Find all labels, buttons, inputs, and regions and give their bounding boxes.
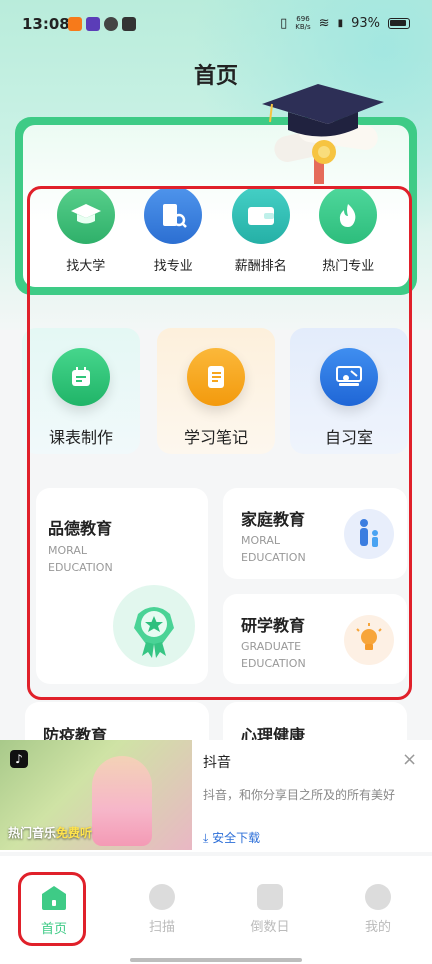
- vibrate-icon: ▯: [280, 15, 288, 31]
- home-icon: [42, 886, 66, 910]
- ad-person-illustration: [92, 756, 152, 846]
- status-bar: 13:08 ▯ 696 KB/s ≋ ▮ 93%: [0, 0, 432, 50]
- family-education-card[interactable]: 家庭教育 MORAL EDUCATION: [223, 488, 407, 579]
- feature-study-notes[interactable]: 学习笔记: [157, 328, 275, 454]
- nav-label: 倒数日: [250, 920, 290, 935]
- taobao-notification-icon: [68, 17, 82, 31]
- nav-countdown[interactable]: 倒数日: [230, 884, 310, 935]
- calendar-icon: [52, 348, 110, 406]
- download-icon: ⤓: [203, 831, 213, 845]
- gesture-bar: [130, 958, 302, 962]
- graduation-cap-illustration: [262, 84, 384, 184]
- notebook-icon: [187, 348, 245, 406]
- nav-home[interactable]: 首页: [14, 884, 94, 937]
- graduation-cap-icon: [56, 186, 115, 244]
- sim-icon: ▮: [337, 17, 344, 29]
- feature-label: 课表制作: [48, 428, 113, 447]
- ad-caption: 热门音乐免费听: [8, 826, 93, 840]
- message-notification-icon: [122, 17, 136, 31]
- flame-icon: [319, 186, 378, 244]
- ad-app-name: 抖音: [203, 755, 231, 771]
- scan-icon: [149, 884, 175, 910]
- medal-icon: [113, 585, 195, 667]
- quick-link-label: 找大学: [66, 259, 106, 274]
- ad-image: ♪ 热门音乐免费听: [0, 740, 192, 850]
- countdown-icon: [257, 884, 283, 910]
- moral-education-card[interactable]: 品德教育 MORAL EDUCATION: [36, 488, 208, 684]
- card-title: 研学教育: [241, 616, 306, 635]
- leaf-notification-icon: [104, 17, 118, 31]
- bottom-nav: 首页 扫描 倒数日 我的: [0, 856, 432, 964]
- nav-label: 我的: [364, 920, 391, 935]
- notification-icons: [68, 17, 136, 31]
- quick-link-label: 薪酬排名: [234, 259, 287, 274]
- video-notification-icon: [86, 17, 100, 31]
- quick-link-hot-majors[interactable]: 热门专业: [305, 186, 393, 276]
- nav-label: 首页: [40, 922, 67, 937]
- building-search-icon: [144, 186, 203, 244]
- feature-label: 学习笔记: [183, 428, 248, 447]
- quick-link-label: 热门专业: [322, 259, 375, 274]
- card-subtitle: MORAL EDUCATION: [241, 534, 306, 564]
- quick-link-label: 找专业: [153, 259, 193, 274]
- quick-link-find-university[interactable]: 找大学: [42, 186, 130, 276]
- family-icon: [344, 509, 394, 559]
- wallet-icon: [231, 186, 290, 244]
- quick-link-find-major[interactable]: 找专业: [130, 186, 218, 276]
- wifi-icon: ≋: [318, 15, 330, 31]
- ad-close-icon[interactable]: ×: [402, 749, 417, 770]
- card-title: 家庭教育: [241, 510, 306, 529]
- feature-schedule-maker[interactable]: 课表制作: [22, 328, 140, 454]
- status-right: ▯ 696 KB/s ≋ ▮ 93%: [280, 15, 410, 31]
- user-icon: [365, 884, 391, 910]
- quick-links-row: 找大学 找专业 薪酬排名 热门专业: [27, 186, 407, 276]
- quick-link-salary-ranking[interactable]: 薪酬排名: [217, 186, 305, 276]
- ad-download-link[interactable]: ⤓ 安全下载: [203, 829, 260, 846]
- tiktok-logo-icon: ♪: [10, 750, 28, 768]
- nav-scan[interactable]: 扫描: [122, 884, 202, 935]
- research-education-card[interactable]: 研学教育 GRADUATE EDUCATION: [223, 594, 407, 684]
- status-time: 13:08: [22, 15, 70, 33]
- card-subtitle: MORAL EDUCATION: [48, 544, 113, 574]
- nav-profile[interactable]: 我的: [338, 884, 418, 935]
- feature-study-room[interactable]: 自习室: [290, 328, 408, 454]
- classroom-icon: [320, 348, 378, 406]
- battery-icon: [388, 17, 410, 29]
- battery-percent: 93%: [351, 15, 380, 31]
- lightbulb-icon: [344, 615, 394, 665]
- card-title: 品德教育: [48, 519, 113, 538]
- feature-label: 自习室: [324, 428, 373, 447]
- ad-description: 抖音，和你分享目之所及的所有美好: [203, 788, 396, 802]
- nav-label: 扫描: [148, 920, 175, 935]
- card-subtitle: GRADUATE EDUCATION: [241, 640, 306, 670]
- network-speed: 696 KB/s: [295, 15, 311, 31]
